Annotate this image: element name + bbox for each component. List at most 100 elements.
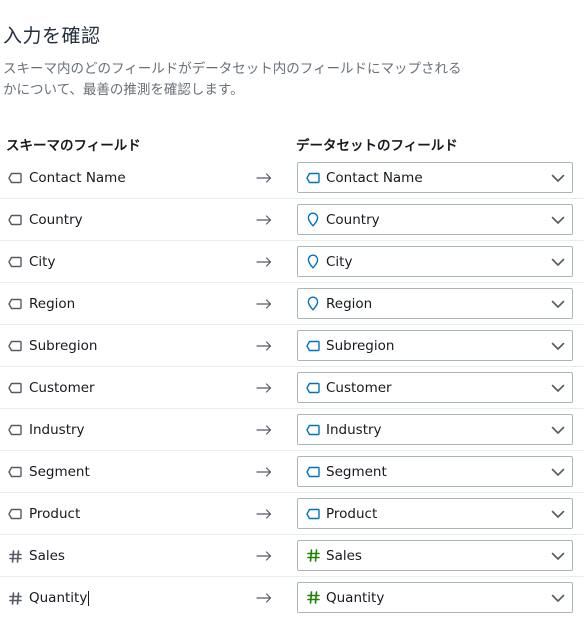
dimension-tag-icon (7, 506, 23, 522)
schema-field: Customer (7, 367, 95, 409)
dimension-tag-icon (305, 380, 321, 396)
dimension-tag-icon (7, 338, 23, 354)
mapping-row: Segment Segment (0, 451, 584, 493)
schema-field-label: Country (29, 212, 83, 228)
dimension-tag-icon (7, 212, 23, 228)
dataset-field-value: Quantity (326, 589, 385, 606)
schema-field: Product (7, 493, 80, 535)
dataset-field-select[interactable]: Product (297, 498, 573, 529)
schema-field: City (7, 241, 55, 283)
dataset-field-select[interactable]: Region (297, 288, 573, 319)
arrow-right-icon (254, 493, 274, 535)
mapping-row: City City (0, 241, 584, 283)
page-description: スキーマ内のどのフィールドがデータセット内のフィールドにマップされるかについて、… (3, 61, 462, 98)
dataset-field-select[interactable]: Subregion (297, 330, 573, 361)
dimension-tag-icon (305, 422, 321, 438)
dataset-field-value: Product (326, 505, 378, 522)
geo-pin-icon (305, 212, 321, 228)
dataset-field-select[interactable]: Sales (297, 540, 573, 571)
chevron-down-icon[interactable] (550, 380, 566, 396)
chevron-down-icon[interactable] (550, 464, 566, 480)
dimension-tag-icon (7, 380, 23, 396)
mapping-row: Product Product (0, 493, 584, 535)
dataset-fields-header: データセットのフィールド (296, 138, 458, 154)
dataset-field-value: Segment (326, 463, 387, 480)
dimension-tag-icon (305, 338, 321, 354)
chevron-down-icon[interactable] (550, 422, 566, 438)
arrow-right-icon (254, 157, 274, 199)
chevron-down-icon[interactable] (550, 590, 566, 606)
schema-field: Country (7, 199, 83, 241)
schema-field-label: Region (29, 296, 76, 312)
mapping-row: Subregion Subregion (0, 325, 584, 367)
dimension-tag-icon (7, 254, 23, 270)
geo-pin-icon (305, 254, 321, 270)
dataset-field-select[interactable]: City (297, 246, 573, 277)
geo-pin-icon (305, 296, 321, 312)
mapping-row: Customer Customer (0, 367, 584, 409)
dimension-tag-icon (305, 506, 321, 522)
schema-field-label: Industry (29, 422, 85, 438)
chevron-down-icon[interactable] (550, 170, 566, 186)
schema-field-label: Sales (29, 548, 65, 564)
schema-field: Industry (7, 409, 85, 451)
mapping-row: Country Country (0, 199, 584, 241)
dataset-field-select[interactable]: Country (297, 204, 573, 235)
dataset-field-value: Contact Name (326, 169, 423, 186)
dimension-tag-icon (7, 296, 23, 312)
chevron-down-icon[interactable] (550, 212, 566, 228)
dimension-tag-icon (7, 170, 23, 186)
schema-field: Sales (7, 535, 65, 577)
mapping-row: Sales Sales (0, 535, 584, 577)
dataset-field-select[interactable]: Segment (297, 456, 573, 487)
page-title: 入力を確認 (3, 25, 101, 47)
measure-hash-icon (305, 590, 321, 606)
chevron-down-icon[interactable] (550, 338, 566, 354)
arrow-right-icon (254, 283, 274, 325)
dataset-field-value: Country (326, 211, 380, 228)
arrow-right-icon (254, 241, 274, 283)
schema-fields-header: スキーマのフィールド (6, 138, 141, 154)
schema-field: Region (7, 283, 75, 325)
arrow-right-icon (254, 409, 274, 451)
arrow-right-icon (254, 451, 274, 493)
dimension-tag-icon (7, 464, 23, 480)
schema-field-label: Product (29, 506, 81, 522)
dataset-field-select[interactable]: Industry (297, 414, 573, 445)
column-headers: スキーマのフィールド データセットのフィールド (0, 134, 584, 154)
dimension-tag-icon (305, 170, 321, 186)
text-cursor (88, 590, 90, 606)
schema-field-label: City (29, 254, 56, 270)
chevron-down-icon[interactable] (550, 254, 566, 270)
chevron-down-icon[interactable] (550, 296, 566, 312)
dataset-field-value: Customer (326, 379, 392, 396)
chevron-down-icon[interactable] (550, 548, 566, 564)
dataset-field-value: Subregion (326, 337, 395, 354)
arrow-right-icon (254, 535, 274, 577)
dimension-tag-icon (7, 422, 23, 438)
schema-field: Quantity (7, 577, 90, 619)
schema-field-label: Subregion (29, 338, 98, 354)
mapping-row: Region Region (0, 283, 584, 325)
schema-field: Subregion (7, 325, 97, 367)
schema-field-label: Segment (29, 464, 90, 480)
dataset-field-select[interactable]: Customer (297, 372, 573, 403)
dataset-field-select[interactable]: Contact Name (297, 162, 573, 193)
schema-field: Segment (7, 451, 90, 493)
mapping-list: Contact Name Contact Name Country Country Ci… (0, 157, 584, 619)
dataset-field-value: City (326, 253, 353, 270)
chevron-down-icon[interactable] (550, 506, 566, 522)
dataset-field-value: Region (326, 295, 373, 312)
dataset-field-select[interactable]: Quantity (297, 582, 573, 613)
arrow-right-icon (254, 325, 274, 367)
dimension-tag-icon (305, 464, 321, 480)
schema-field-label: Quantity (29, 590, 88, 606)
schema-field: Contact Name (7, 157, 126, 199)
dataset-field-value: Sales (326, 547, 362, 564)
arrow-right-icon (254, 367, 274, 409)
mapping-row: Industry Industry (0, 409, 584, 451)
mapping-row: Quantity Quantity (0, 577, 584, 619)
schema-field-label: Contact Name (29, 170, 126, 186)
measure-hash-icon (305, 548, 321, 564)
measure-hash-icon (7, 548, 23, 564)
